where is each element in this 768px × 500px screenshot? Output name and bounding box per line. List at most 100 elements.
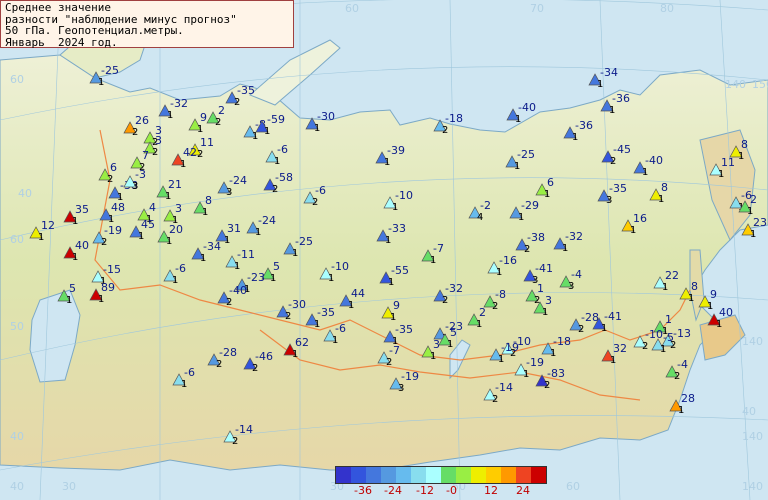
station-count: 2	[386, 357, 392, 368]
station-count: 1	[138, 231, 144, 242]
station-count: 2	[642, 341, 648, 352]
station-value: -35	[609, 182, 627, 195]
station-count: 2	[312, 197, 318, 208]
station-count: 1	[234, 261, 240, 272]
station-value: -7	[433, 242, 444, 255]
station-value: -19	[526, 356, 544, 369]
grid-label: 150	[752, 78, 768, 91]
station-value: -7	[389, 344, 400, 357]
station-value: -19	[501, 341, 519, 354]
station-count: 1	[550, 348, 556, 359]
station-count: 1	[390, 312, 396, 323]
station-count: 2	[132, 127, 138, 138]
station-value: 1	[665, 313, 672, 326]
legend-swatch	[441, 467, 456, 483]
station-value: -6	[335, 322, 346, 335]
legend-swatch	[336, 467, 351, 483]
station-value: -14	[235, 423, 253, 436]
station-count: 1	[562, 243, 568, 254]
station-value: -55	[391, 264, 409, 277]
grid-label: 40	[10, 480, 24, 493]
station-count: 1	[610, 355, 616, 366]
station-value: -10	[395, 189, 413, 202]
station-value: 7	[142, 149, 149, 162]
station-count: 1	[165, 191, 171, 202]
station-count: 1	[274, 156, 280, 167]
station-value: 9	[200, 111, 207, 124]
station-count: 1	[98, 294, 104, 305]
station-count: 1	[292, 248, 298, 259]
station-count: 1	[542, 307, 548, 318]
legend-swatch	[411, 467, 426, 483]
station-value: 62	[295, 336, 309, 349]
station-count: 1	[688, 293, 694, 304]
station-value: 2	[479, 306, 486, 319]
station-count: 1	[597, 79, 603, 90]
station-count: 1	[292, 349, 298, 360]
station-value: 3	[433, 338, 440, 351]
station-count: 1	[264, 126, 270, 137]
station-count: 2	[252, 363, 258, 374]
station-count: 2	[492, 301, 498, 312]
station-count: 1	[430, 351, 436, 362]
station-value: -25	[101, 64, 119, 77]
station-count: 2	[442, 125, 448, 136]
station-value: 5	[450, 326, 457, 339]
station-value: -5	[663, 331, 674, 344]
station-count: 1	[72, 216, 78, 227]
station-count: 2	[101, 237, 107, 248]
legend-swatch	[471, 467, 486, 483]
station-value: -28	[581, 311, 599, 324]
station-count: 2	[216, 359, 222, 370]
legend-swatch	[516, 467, 531, 483]
legend-swatch	[501, 467, 516, 483]
station-value: 6	[110, 161, 117, 174]
legend-tick-label: -24	[384, 484, 402, 497]
station-value: 11	[200, 136, 214, 149]
station-value: -41	[604, 310, 622, 323]
station-count: 1	[514, 161, 520, 172]
station-value: -39	[387, 144, 405, 157]
station-count: 1	[38, 232, 44, 243]
station-count: 2	[215, 117, 221, 128]
station-count: 2	[197, 149, 203, 160]
station-value: -38	[527, 231, 545, 244]
station-value: 26	[135, 114, 149, 127]
station-value: -83	[547, 367, 565, 380]
station-value: -32	[565, 230, 583, 243]
station-count: 1	[348, 300, 354, 311]
station-count: 1	[515, 114, 521, 125]
legend-swatch	[486, 467, 501, 483]
station-count: 2	[272, 184, 278, 195]
station-value: 22	[665, 269, 679, 282]
station-value: 40	[75, 239, 89, 252]
station-value: -8	[495, 288, 506, 301]
station-count: 1	[314, 319, 320, 330]
station-count: 1	[658, 194, 664, 205]
station-count: 1	[498, 354, 504, 365]
title-line-3: 50 гПа. Геопотенциал.метры.	[5, 24, 184, 37]
station-value: -35	[237, 84, 255, 97]
grid-label: 140	[742, 335, 763, 348]
station-value: -41	[535, 262, 553, 275]
station-value: -25	[517, 148, 535, 161]
station-count: 1	[430, 255, 436, 266]
station-count: 1	[314, 123, 320, 134]
station-value: 1	[537, 282, 544, 295]
station-value: -34	[600, 66, 618, 79]
station-value: 3	[545, 294, 552, 307]
station-value: 48	[111, 201, 125, 214]
color-legend	[335, 466, 547, 484]
station-value: -34	[203, 240, 221, 253]
station-value: -2	[480, 199, 491, 212]
station-count: 1	[572, 132, 578, 143]
station-count: 2	[152, 147, 158, 158]
station-count: 1	[252, 131, 258, 142]
grid-label: 140	[742, 480, 763, 493]
station-count: 1	[601, 323, 607, 334]
station-value: 44	[351, 287, 365, 300]
station-value: -35	[395, 323, 413, 336]
station-count: 1	[172, 275, 178, 286]
station-count: 1	[167, 110, 173, 121]
grid-label: 60	[10, 233, 24, 246]
